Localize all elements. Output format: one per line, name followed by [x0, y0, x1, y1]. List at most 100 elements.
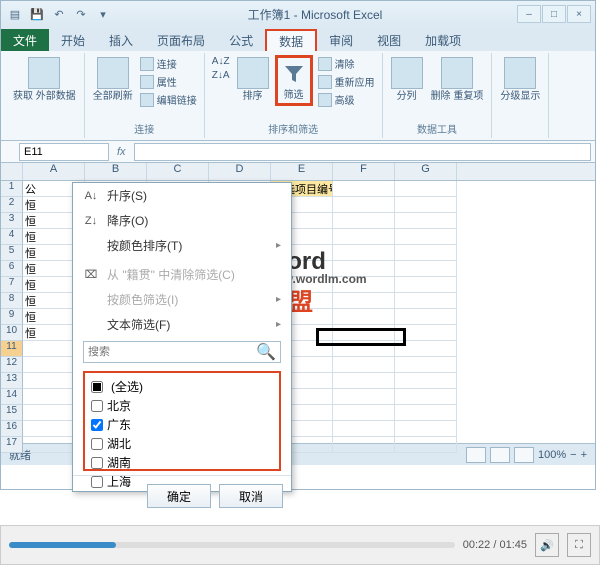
- col-header[interactable]: C: [147, 163, 209, 180]
- row-header[interactable]: 17: [1, 437, 23, 453]
- row-header[interactable]: 15: [1, 405, 23, 421]
- name-box[interactable]: E11: [19, 143, 109, 161]
- advanced-button[interactable]: 高级: [317, 91, 376, 108]
- save-icon[interactable]: 💾: [27, 4, 47, 24]
- fx-label[interactable]: fx: [117, 146, 126, 158]
- col-header[interactable]: G: [395, 163, 457, 180]
- refresh-all-button[interactable]: 全部刷新: [91, 55, 135, 104]
- filter-item-all[interactable]: (全选): [89, 377, 275, 396]
- minimize-button[interactable]: –: [517, 5, 541, 23]
- outline-button[interactable]: 分级显示: [498, 55, 542, 104]
- tab-home[interactable]: 开始: [49, 29, 97, 51]
- group-label-datatools: 数据工具: [389, 121, 486, 136]
- getdata-icon: [28, 57, 60, 89]
- redo-icon[interactable]: ↷: [71, 4, 91, 24]
- row-header[interactable]: 1: [1, 181, 23, 197]
- column-headers: A B C D E F G: [1, 163, 595, 181]
- row-header[interactable]: 12: [1, 357, 23, 373]
- filter-item-beijing[interactable]: 北京: [89, 396, 275, 415]
- col-header[interactable]: A: [23, 163, 85, 180]
- get-external-data-button[interactable]: 获取 外部数据: [11, 55, 78, 104]
- filter-button[interactable]: 筛选: [275, 55, 313, 106]
- chevron-right-icon: ▸: [276, 319, 281, 330]
- sort-button[interactable]: 排序: [235, 55, 271, 104]
- select-all-corner[interactable]: [1, 163, 23, 180]
- reapply-icon: [318, 75, 332, 89]
- row-header[interactable]: 11: [1, 341, 23, 357]
- col-header[interactable]: B: [85, 163, 147, 180]
- progress-bar[interactable]: [9, 542, 455, 548]
- clear-icon: [318, 57, 332, 71]
- sort-icon: [237, 57, 269, 89]
- ribbon: 获取 外部数据 全部刷新 连接 属性 编辑链接 连接 A↓Z: [1, 51, 595, 141]
- text-filter-item[interactable]: 文本筛选(F)▸: [73, 312, 291, 337]
- row-header[interactable]: 14: [1, 389, 23, 405]
- sort-asc-button[interactable]: A↓Z: [211, 55, 231, 68]
- titlebar: ▤ 💾 ↶ ↷ ▾ 工作簿1 - Microsoft Excel – □ ×: [1, 1, 595, 27]
- col-header[interactable]: F: [333, 163, 395, 180]
- col-header[interactable]: E: [271, 163, 333, 180]
- row-header[interactable]: 2: [1, 197, 23, 213]
- row-header[interactable]: 7: [1, 277, 23, 293]
- maximize-button[interactable]: □: [542, 5, 566, 23]
- formula-bar[interactable]: [134, 143, 591, 161]
- qat-more-icon[interactable]: ▾: [93, 4, 113, 24]
- row-header[interactable]: 5: [1, 245, 23, 261]
- col-header[interactable]: D: [209, 163, 271, 180]
- active-cell-border: [316, 328, 406, 346]
- row-header[interactable]: 3: [1, 213, 23, 229]
- undo-icon[interactable]: ↶: [49, 4, 69, 24]
- tab-file[interactable]: 文件: [1, 29, 49, 51]
- tab-view[interactable]: 视图: [365, 29, 413, 51]
- sort-descending-item[interactable]: Z↓降序(O): [73, 208, 291, 233]
- filter-item-hubei[interactable]: 湖北: [89, 434, 275, 453]
- tab-formula[interactable]: 公式: [217, 29, 265, 51]
- connections-button[interactable]: 连接: [139, 55, 198, 72]
- sort-desc-button[interactable]: Z↓A: [211, 69, 231, 82]
- row-header[interactable]: 6: [1, 261, 23, 277]
- filter-item-hunan[interactable]: 湖南: [89, 453, 275, 472]
- excel-icon[interactable]: ▤: [5, 4, 25, 24]
- sort-desc-icon: Z↓: [83, 213, 99, 229]
- fullscreen-icon[interactable]: ⛶: [567, 533, 591, 557]
- filter-search-input[interactable]: [88, 346, 256, 358]
- row-header[interactable]: 16: [1, 421, 23, 437]
- tab-layout[interactable]: 页面布局: [145, 29, 217, 51]
- formula-bar-row: E11 fx: [1, 141, 595, 163]
- text-to-columns-button[interactable]: 分列: [389, 55, 425, 104]
- edit-links-button[interactable]: 编辑链接: [139, 91, 198, 108]
- filter-buttons: 确定 取消: [73, 475, 291, 516]
- row-header[interactable]: 8: [1, 293, 23, 309]
- row-header[interactable]: 9: [1, 309, 23, 325]
- reapply-button[interactable]: 重新应用: [317, 73, 376, 90]
- cancel-button[interactable]: 取消: [219, 484, 283, 508]
- sort-ascending-item[interactable]: A↓升序(S): [73, 183, 291, 208]
- group-label-sortfilter: 排序和筛选: [211, 121, 376, 136]
- group-label-connections: 连接: [91, 121, 198, 136]
- split-icon: [391, 57, 423, 89]
- filter-item-guangdong[interactable]: 广东: [89, 415, 275, 434]
- remove-duplicates-button[interactable]: 删除 重复项: [429, 55, 486, 104]
- volume-icon[interactable]: 🔊: [535, 533, 559, 557]
- tab-addin[interactable]: 加载项: [413, 29, 473, 51]
- sort-by-color-item[interactable]: 按颜色排序(T)▸: [73, 233, 291, 258]
- editlink-icon: [140, 93, 154, 107]
- video-player-bar: 00:22 / 01:45 🔊 ⛶: [0, 525, 600, 565]
- tab-review[interactable]: 审阅: [317, 29, 365, 51]
- progress-fill: [9, 542, 116, 548]
- row-header[interactable]: 4: [1, 229, 23, 245]
- row-header[interactable]: 10: [1, 325, 23, 341]
- filter-search-box[interactable]: 🔍: [83, 341, 281, 363]
- tab-insert[interactable]: 插入: [97, 29, 145, 51]
- clear-filter-button[interactable]: 清除: [317, 55, 376, 72]
- ribbon-group-getdata: 获取 外部数据: [5, 53, 85, 138]
- ribbon-group-datatools: 分列 删除 重复项 数据工具: [383, 53, 493, 138]
- close-button[interactable]: ×: [567, 5, 591, 23]
- ok-button[interactable]: 确定: [147, 484, 211, 508]
- filter-checkbox-list: (全选) 北京 广东 湖北 湖南 上海: [83, 371, 281, 471]
- row-header[interactable]: 13: [1, 373, 23, 389]
- tab-data[interactable]: 数据: [265, 29, 317, 51]
- search-icon: 🔍: [256, 342, 276, 362]
- properties-button[interactable]: 属性: [139, 73, 198, 90]
- ribbon-group-sortfilter: A↓Z Z↓A 排序 筛选 清除 重新应用 高级: [205, 53, 383, 138]
